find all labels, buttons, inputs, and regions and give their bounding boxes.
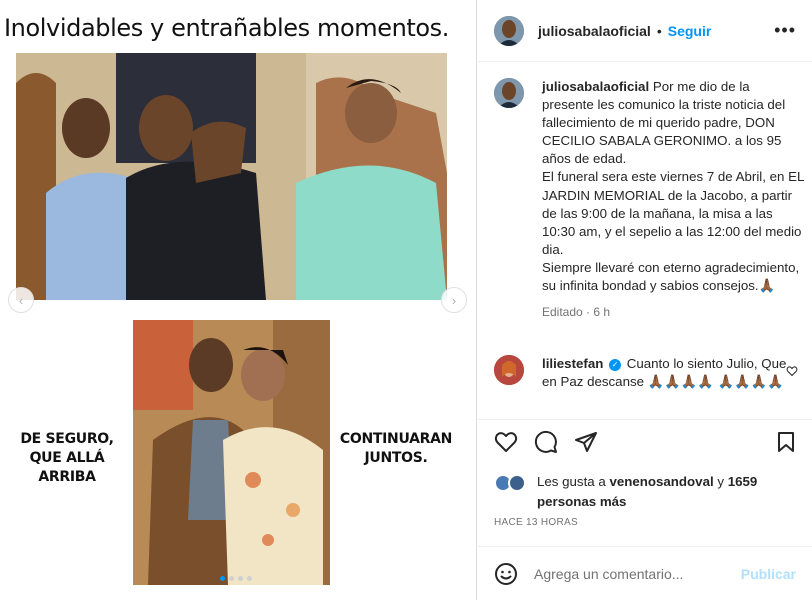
commenter-avatar[interactable] [494,355,524,385]
likes-user[interactable]: venenosandoval [609,474,713,489]
overlay-text-left-label: DE SEGURO, QUE ALLÁ ARRIBA [20,431,114,485]
overlay-text-right-label: CONTINUARAN JUNTOS. [339,431,453,466]
post-header: juliosabalaoficial • Seguir ••• [478,0,812,62]
carousel-prev-button[interactable]: ‹ [8,287,34,313]
follow-button[interactable]: Seguir [668,23,712,39]
caption-username[interactable]: juliosabalaoficial [542,79,649,94]
carousel-dot [229,576,234,581]
comment-body: liliestefan ✓ Cuanto lo siento Julio, Qu… [542,355,804,391]
overlay-text-right: CONTINUARAN JUNTOS. [338,430,454,468]
caption-author-avatar-image [494,78,524,108]
bookmark-svg [778,432,794,452]
post-timestamp[interactable]: HACE 13 HORAS [494,517,578,528]
carousel-indicator [220,576,252,581]
likes-text: Les gusta a venenosandoval y 1659 person… [537,472,794,512]
carousel-dot [220,576,225,581]
couple-photo-bottom [133,320,330,585]
family-photo-illustration [16,53,447,300]
post-media: Inolvidables y entrañables momentos. DE … [0,0,477,600]
comment-item: liliestefan ✓ Cuanto lo siento Julio, Qu… [494,355,804,391]
like-heart-svg [494,432,518,452]
share-send-svg [575,432,597,452]
author-username[interactable]: juliosabalaoficial [538,23,651,39]
carousel-next-button[interactable]: › [441,287,467,313]
carousel-dot [247,576,252,581]
comments-section[interactable]: juliosabalaoficial Por me dio de la pres… [478,62,812,420]
emoji-smiley-svg [495,562,517,585]
header-separator: • [656,22,662,39]
author-avatar[interactable] [494,15,524,46]
caption-body: juliosabalaoficial Por me dio de la pres… [542,78,804,321]
publish-button[interactable]: Publicar [741,566,796,582]
commenter-avatar-image [494,355,524,385]
caption: juliosabalaoficial Por me dio de la pres… [494,78,804,321]
author-avatar-image [494,15,524,46]
family-photo-top [16,53,447,300]
likers-avatars[interactable] [494,472,534,494]
liker-avatar [508,474,526,492]
chevron-right-icon: › [451,292,457,308]
post-details-panel: juliosabalaoficial • Seguir ••• juliosab… [478,0,812,600]
likes-conjunction: y [717,474,725,489]
share-send-icon[interactable] [574,430,598,454]
likes-summary: Les gusta a venenosandoval y 1659 person… [494,472,794,512]
caption-author-avatar[interactable] [494,78,524,108]
caption-text: Por me dio de la presente les comunico l… [542,79,804,294]
media-title: Inolvidables y entrañables momentos. [4,14,450,42]
post-actions [478,430,812,460]
comment-like-heart-svg [786,366,798,377]
caption-edited-time: Editado · 6 h [542,305,611,320]
couple-photo-illustration [133,320,330,585]
like-heart-icon[interactable] [494,430,518,454]
add-comment-bar: Publicar [478,546,812,600]
comment-bubble-svg [534,430,557,453]
verified-badge-icon: ✓ [609,359,622,371]
more-options-icon[interactable]: ••• [774,21,796,39]
comment-like-heart-icon[interactable] [786,365,798,380]
chevron-left-icon: ‹ [18,292,24,308]
commenter-username[interactable]: liliestefan [542,356,603,371]
comment-bubble-icon[interactable] [534,430,558,454]
overlay-text-left: DE SEGURO, QUE ALLÁ ARRIBA [4,430,130,487]
likes-prefix: Les gusta a [537,474,606,489]
comment-input[interactable] [534,565,734,582]
bookmark-icon[interactable] [774,430,798,454]
carousel-dot [238,576,243,581]
emoji-smiley-icon[interactable] [494,562,518,586]
